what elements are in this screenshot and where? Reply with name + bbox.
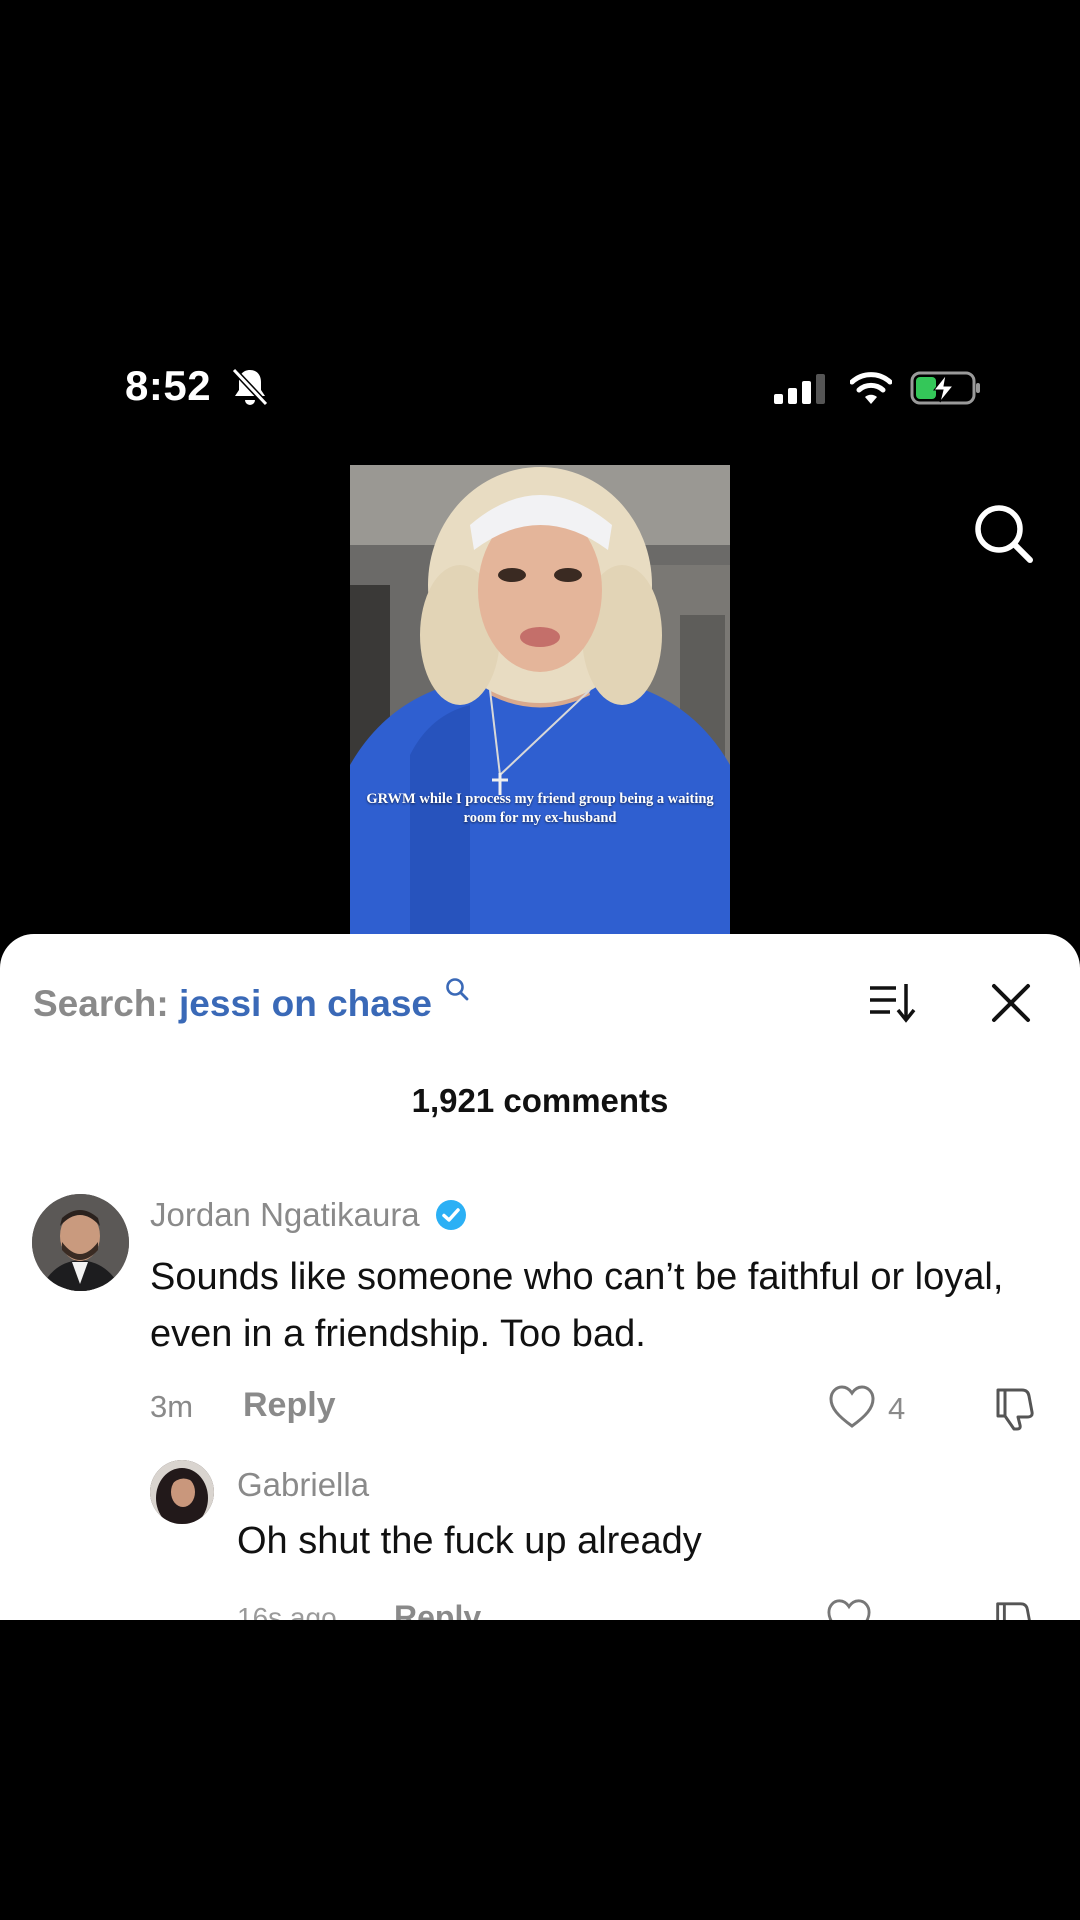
avatar[interactable] bbox=[32, 1194, 129, 1291]
sort-icon[interactable] bbox=[868, 980, 916, 1024]
search-query[interactable]: jessi on chase bbox=[179, 983, 432, 1024]
video-caption: GRWM while I process my friend group bei… bbox=[366, 791, 714, 826]
comment-text: Sounds like someone who can’t be faithfu… bbox=[150, 1256, 1004, 1355]
search-icon[interactable] bbox=[970, 500, 1038, 568]
cellular-signal-icon bbox=[774, 374, 825, 404]
comment-count: 1,921 comments bbox=[411, 1082, 669, 1119]
close-icon[interactable] bbox=[990, 982, 1032, 1024]
bell-off-icon bbox=[231, 367, 269, 407]
search-icon[interactable] bbox=[444, 976, 470, 1002]
battery-charging-icon bbox=[910, 371, 980, 405]
comment-timestamp: 16s ago bbox=[237, 1602, 337, 1620]
verified-badge-icon bbox=[435, 1200, 466, 1230]
reply-button[interactable]: Reply bbox=[243, 1386, 336, 1425]
like-count: 4 bbox=[888, 1391, 906, 1426]
heart-icon[interactable] bbox=[826, 1598, 872, 1620]
wifi-icon bbox=[850, 372, 892, 404]
avatar[interactable] bbox=[150, 1460, 214, 1524]
status-time: 8:52 bbox=[125, 362, 212, 409]
username-text[interactable]: Jordan Ngatikaura bbox=[150, 1196, 420, 1233]
comments-sheet: Search: jessi on chase 1,921 comments Jo… bbox=[0, 934, 1080, 1620]
heart-icon[interactable] bbox=[828, 1384, 876, 1430]
thumbs-down-icon[interactable] bbox=[990, 1598, 1036, 1620]
reply-button[interactable]: Reply bbox=[394, 1599, 481, 1620]
comment-text: Oh shut the fuck up already bbox=[237, 1520, 702, 1562]
comment-username[interactable]: Jordan Ngatikaura bbox=[150, 1196, 467, 1234]
video-frame-image bbox=[350, 465, 730, 935]
video-thumbnail[interactable]: GRWM while I process my friend group bei… bbox=[350, 465, 730, 935]
comment-timestamp: 3m bbox=[150, 1389, 194, 1424]
comment-username[interactable]: Gabriella bbox=[237, 1466, 369, 1504]
comment-search-bar[interactable]: Search: jessi on chase bbox=[33, 976, 470, 1025]
thumbs-down-icon[interactable] bbox=[990, 1384, 1038, 1432]
search-prefix: Search: bbox=[33, 983, 169, 1024]
